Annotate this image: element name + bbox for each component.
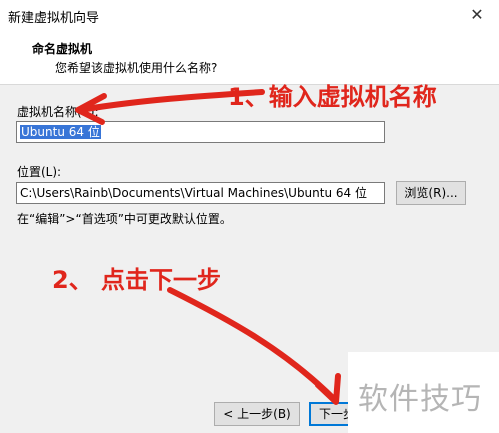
watermark-text: 软件技巧 xyxy=(358,382,482,417)
arrow-to-next-button-head xyxy=(315,373,341,405)
annotation-step2: 2、 点击下一步 xyxy=(52,266,222,294)
annotation-step1: 1、输入虚拟机名称 xyxy=(228,83,437,111)
watermark: 软件技巧 xyxy=(348,352,499,433)
arrow-to-next-button xyxy=(167,287,338,403)
